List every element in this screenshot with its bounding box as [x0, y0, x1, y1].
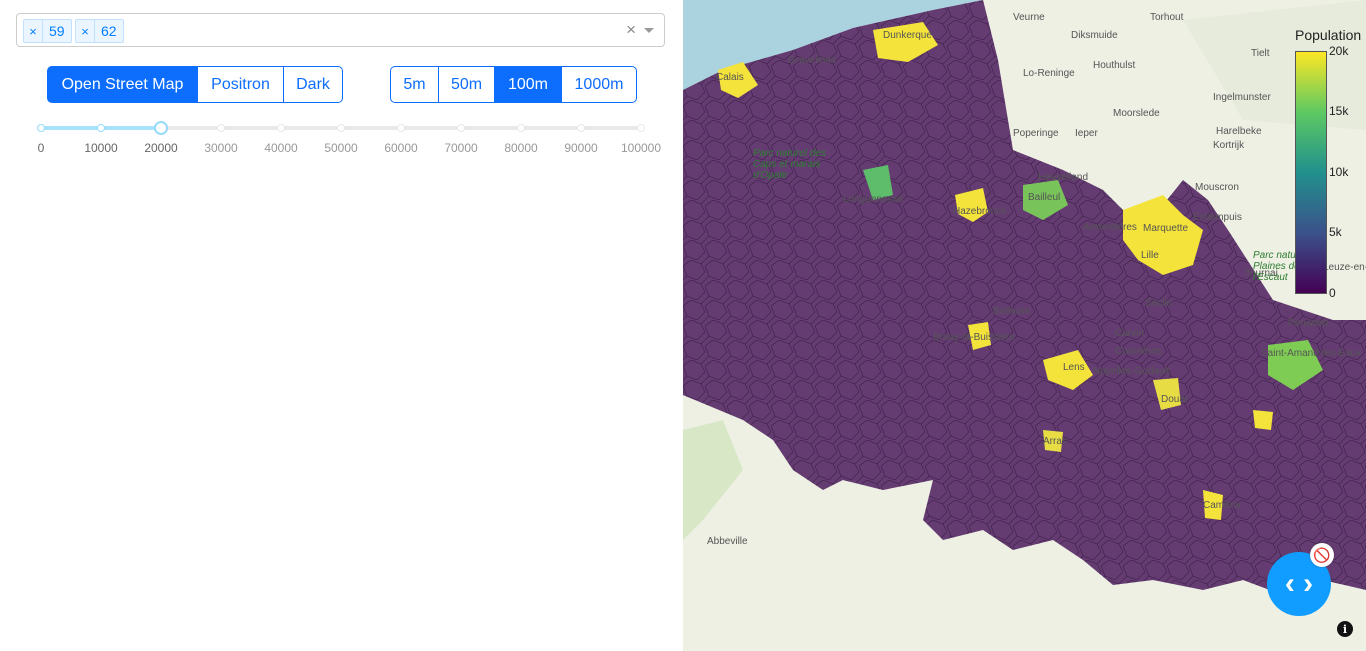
dropdown-arrow-icon[interactable] [644, 28, 654, 33]
style-button-dark[interactable]: Dark [283, 66, 343, 103]
colorbar-tick: 20k [1329, 44, 1349, 58]
map-place-label: Dunkerque [883, 30, 932, 41]
map-place-label: Parc naturel des Caps et marais d'Opale [753, 148, 826, 181]
commune-valenciennes [1253, 410, 1273, 430]
slider-step-dot[interactable] [277, 124, 285, 132]
map-place-label: Courrières [1115, 346, 1162, 357]
colorbar [1295, 51, 1327, 294]
map-place-label: Hazebrouck [953, 206, 1007, 217]
clear-all-icon[interactable]: × [626, 20, 636, 40]
map-place-label: Douai [1161, 394, 1188, 405]
map-place-label: Arras [1043, 436, 1067, 447]
map-place-label: Armentières [1083, 222, 1137, 233]
slider-step-dot[interactable] [457, 124, 465, 132]
slider-step-dot[interactable] [97, 124, 105, 132]
map-place-label: Marquette [1143, 223, 1189, 234]
map-place-label: Longuenesse [843, 194, 904, 205]
map-place-label: Mouscron [1195, 182, 1239, 193]
slider-mark-label[interactable]: 90000 [564, 141, 597, 155]
resolution-button-1000m[interactable]: 1000m [561, 66, 637, 103]
map-place-label: Harelbeke [1216, 126, 1262, 137]
resolution-button-5m[interactable]: 5m [390, 66, 439, 103]
slider-step-dot[interactable] [37, 124, 45, 132]
info-icon[interactable]: i [1337, 621, 1353, 637]
slider-step-dot[interactable] [517, 124, 525, 132]
slider-step-dot[interactable] [397, 124, 405, 132]
resolution-button-group: 5m 50m 100m 1000m [390, 66, 637, 103]
map-place-label: Lille [1141, 250, 1159, 261]
map-place-label: Ingelmunster [1213, 92, 1271, 103]
choropleth-map[interactable]: Veurne Torhout Diksmuide Tielt Dunkerque Grav… [683, 0, 1366, 651]
map-style-button-group: Open Street Map Positron Dark [47, 66, 343, 103]
resolution-button-50m[interactable]: 50m [438, 66, 495, 103]
slider-mark-label[interactable]: 30000 [204, 141, 237, 155]
map-place-label: Houthulst [1093, 60, 1136, 71]
slider-step-dot[interactable] [217, 124, 225, 132]
map-place-label: Poperinge [1013, 128, 1059, 139]
slider-mark-label[interactable]: 0 [38, 141, 45, 155]
slider-mark-label[interactable]: 100000 [621, 141, 661, 155]
map-place-label: Estaimpuis [1193, 212, 1242, 223]
colorbar-tick: 0 [1329, 286, 1336, 300]
department-tag: × 59 [23, 19, 72, 43]
map-place-label: Béthune [993, 306, 1031, 317]
department-tag: × 62 [75, 19, 124, 43]
tag-label: 59 [49, 23, 65, 39]
tag-label: 62 [101, 23, 117, 39]
map-place-label: Abbeville [707, 536, 748, 547]
code-brackets-icon: ‹ › [1284, 567, 1314, 600]
map-place-label: Cambrai [1203, 500, 1241, 511]
map-place-label: Tielt [1251, 48, 1270, 59]
population-slider[interactable]: 0 10000 20000 30000 40000 50000 60000 70000 8000… [37, 120, 661, 160]
map-place-label: Ieper [1075, 128, 1098, 139]
no-entry-icon[interactable]: 🚫 [1310, 543, 1334, 567]
remove-tag-icon[interactable]: × [76, 20, 95, 42]
slider-step-dot[interactable] [337, 124, 345, 132]
map-place-label: Gravelines [788, 55, 836, 66]
slider-mark-label[interactable]: 10000 [84, 141, 117, 155]
style-button-positron[interactable]: Positron [197, 66, 284, 103]
map-place-label: Calais [716, 72, 744, 83]
slider-step-dot[interactable] [577, 124, 585, 132]
resolution-button-100m[interactable]: 100m [494, 66, 562, 103]
map-place-label: Saint-Amand-les-Eaux [1261, 348, 1362, 359]
map-place-label: Torhout [1150, 12, 1184, 23]
slider-mark-label[interactable]: 60000 [384, 141, 417, 155]
colorbar-tick: 10k [1329, 165, 1349, 179]
slider-mark-label[interactable]: 50000 [324, 141, 357, 155]
map-place-label: Bruay-la-Buissière [933, 332, 1015, 343]
slider-handle[interactable] [154, 121, 168, 135]
remove-tag-icon[interactable]: × [24, 20, 43, 42]
map-place-label: Kortrijk [1213, 140, 1245, 151]
map-place-label: Lens [1063, 362, 1085, 373]
controls-panel: × 59 × 62 × Open Street Map Positron Dar… [0, 0, 683, 651]
slider-mark-label[interactable]: 70000 [444, 141, 477, 155]
slider-step-dot[interactable] [637, 124, 645, 132]
department-multiselect[interactable]: × 59 × 62 × [16, 13, 665, 47]
slider-mark-label[interactable]: 40000 [264, 141, 297, 155]
colorbar-tick: 15k [1329, 104, 1349, 118]
map-place-label: Heuvelland [1038, 172, 1089, 183]
map-place-label: Noyelles-Godault [1093, 366, 1170, 377]
map-place-label: Bailleul [1028, 192, 1061, 203]
map-place-label: Diksmuide [1071, 30, 1118, 41]
style-button-open-street-map[interactable]: Open Street Map [47, 66, 198, 103]
colorbar-title: Population [1295, 27, 1362, 43]
map-place-label: Carvin [1115, 328, 1144, 339]
map-place-label: Péruwelz [1288, 318, 1330, 329]
slider-mark-label[interactable]: 20000 [144, 141, 177, 155]
map-place-label: Veurne [1013, 12, 1045, 23]
slider-mark-label[interactable]: 80000 [504, 141, 537, 155]
colorbar-tick: 5k [1329, 225, 1342, 239]
map-place-label: Seclin [1145, 298, 1173, 309]
map-place-label: Moorslede [1113, 108, 1160, 119]
map-place-label: Lo-Reninge [1023, 68, 1075, 79]
